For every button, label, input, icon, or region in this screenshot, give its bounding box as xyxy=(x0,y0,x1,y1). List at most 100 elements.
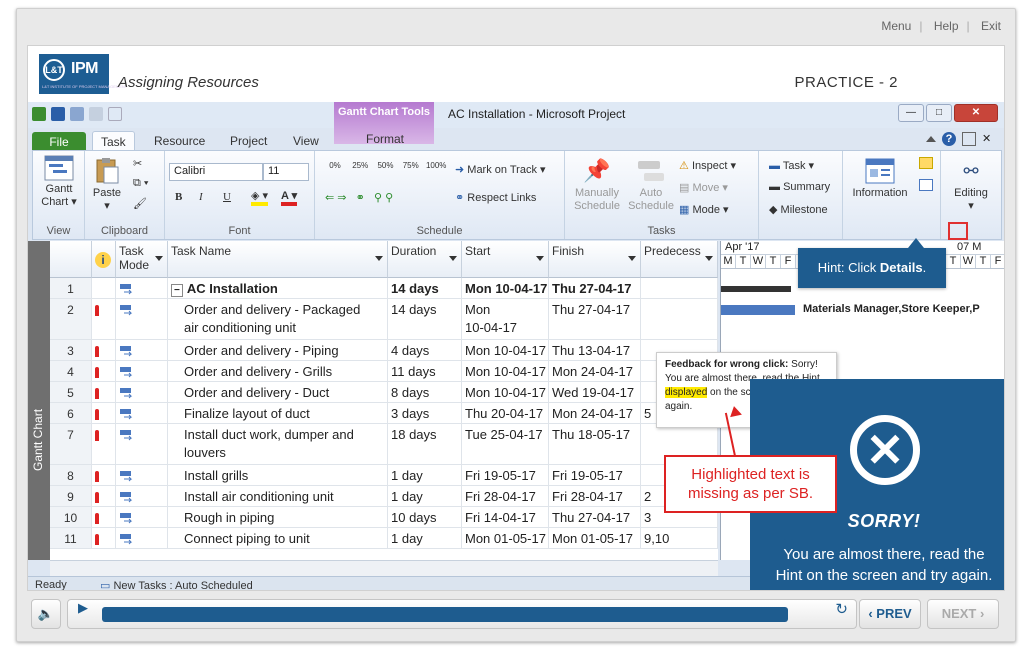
start-cell[interactable]: Mon 10-04-17 xyxy=(462,361,549,381)
task-name-cell[interactable]: − AC Installation xyxy=(168,278,388,298)
indicator-cell[interactable] xyxy=(92,403,116,423)
next-button[interactable]: NEXT › xyxy=(927,599,999,629)
table-row[interactable]: 5 Order and delivery - Duct 8 days Mon 10-0… xyxy=(50,382,718,403)
customize-qat-icon[interactable] xyxy=(108,107,122,121)
table-row[interactable]: 1 − AC Installation 14 days Mon 10-04-17 Thu … xyxy=(50,278,718,299)
milestone-button[interactable]: ◆ Milestone xyxy=(769,203,828,216)
tab-view[interactable]: View xyxy=(293,134,319,148)
insert-task-button[interactable]: ▬ Task ▾ xyxy=(769,159,814,172)
predecessors-cell[interactable] xyxy=(641,299,718,339)
inspect-button[interactable]: ⚠ Inspect ▾ xyxy=(679,159,736,172)
highlight-color-button[interactable]: ◈ ▾ xyxy=(251,189,269,206)
close-doc-icon[interactable]: ✕ xyxy=(982,132,996,146)
gantt-chart-button[interactable]: Gantt Chart ▾ xyxy=(37,155,81,209)
volume-button[interactable]: 🔈 xyxy=(31,599,61,629)
row-number[interactable]: 11 xyxy=(50,528,92,548)
finish-cell[interactable]: Fri 19-05-17 xyxy=(549,465,641,485)
task-mode-cell[interactable] xyxy=(116,278,168,298)
task-mode-header[interactable]: Task Mode xyxy=(116,241,168,278)
start-cell[interactable]: Fri 14-04-17 xyxy=(462,507,549,527)
tab-task[interactable]: Task xyxy=(92,131,135,152)
prev-button[interactable]: ‹ PREV xyxy=(859,599,921,629)
task-name-cell[interactable]: Finalize layout of duct xyxy=(168,403,388,423)
undo-icon[interactable] xyxy=(70,107,84,121)
row-number[interactable]: 5 xyxy=(50,382,92,402)
task-name-header[interactable]: Task Name xyxy=(168,241,388,278)
finish-cell[interactable]: Thu 27-04-17 xyxy=(549,507,641,527)
horizontal-scrollbar[interactable] xyxy=(50,560,718,576)
start-cell[interactable]: Mon 10-04-17 xyxy=(462,340,549,360)
duration-cell[interactable]: 1 day xyxy=(388,486,462,506)
italic-button[interactable]: I xyxy=(199,191,203,203)
task-name-cell[interactable]: Install duct work, dumper and louvers xyxy=(168,424,388,464)
minimize-button[interactable]: — xyxy=(898,104,924,122)
task-bar[interactable] xyxy=(721,305,795,315)
task-mode-cell[interactable] xyxy=(116,361,168,381)
collapse-ribbon-icon[interactable] xyxy=(926,136,936,142)
row-number[interactable]: 4 xyxy=(50,361,92,381)
row-number[interactable]: 7 xyxy=(50,424,92,464)
duration-cell[interactable]: 1 day xyxy=(388,528,462,548)
indicator-cell[interactable] xyxy=(92,299,116,339)
paste-button[interactable]: Paste ▾ xyxy=(91,157,123,213)
copy-icon[interactable]: ⧉ ▾ xyxy=(133,177,149,190)
indicator-cell[interactable] xyxy=(92,465,116,485)
pct-complete-buttons[interactable]: 0% 25% 50% 75% 100% xyxy=(325,161,446,170)
task-mode-cell[interactable] xyxy=(116,340,168,360)
new-tasks-mode[interactable]: ▭ New Tasks : Auto Scheduled xyxy=(100,579,253,590)
row-number[interactable]: 2 xyxy=(50,299,92,339)
help-icon[interactable]: ? xyxy=(942,132,956,146)
respect-links-button[interactable]: ⚭ Respect Links xyxy=(455,191,536,204)
task-mode-cell[interactable] xyxy=(116,382,168,402)
duration-cell[interactable]: 11 days xyxy=(388,361,462,381)
task-name-cell[interactable]: Install air conditioning unit xyxy=(168,486,388,506)
start-cell[interactable]: Mon 10-04-17 xyxy=(462,382,549,402)
notes-icon[interactable] xyxy=(919,157,933,169)
row-number[interactable]: 9 xyxy=(50,486,92,506)
font-size-select[interactable]: 11 xyxy=(263,163,309,181)
task-name-cell[interactable]: Connect piping to unit xyxy=(168,528,388,548)
mode-button[interactable]: ▦ Mode ▾ xyxy=(679,203,729,216)
close-button[interactable]: ✕ xyxy=(954,104,998,122)
finish-header[interactable]: Finish xyxy=(549,241,641,278)
row-number[interactable]: 6 xyxy=(50,403,92,423)
duration-cell[interactable]: 8 days xyxy=(388,382,462,402)
row-number[interactable]: 10 xyxy=(50,507,92,527)
font-name-select[interactable]: Calibri xyxy=(169,163,263,181)
finish-cell[interactable]: Fri 28-04-17 xyxy=(549,486,641,506)
predecessors-header[interactable]: Predecess xyxy=(641,241,718,278)
duration-cell[interactable]: 10 days xyxy=(388,507,462,527)
row-number[interactable]: 3 xyxy=(50,340,92,360)
format-painter-icon[interactable]: 🖌 xyxy=(133,197,147,210)
finish-cell[interactable]: Mon 24-04-17 xyxy=(549,361,641,381)
table-row[interactable]: 10 Rough in piping 10 days Fri 14-04-17 Thu … xyxy=(50,507,718,528)
duration-cell[interactable]: 18 days xyxy=(388,424,462,464)
row-number[interactable]: 1 xyxy=(50,278,92,298)
summary-bar[interactable] xyxy=(721,286,791,292)
task-name-cell[interactable]: Install grills xyxy=(168,465,388,485)
details-icon[interactable] xyxy=(919,179,933,191)
indicator-cell[interactable] xyxy=(92,528,116,548)
start-cell[interactable]: Fri 28-04-17 xyxy=(462,486,549,506)
row-number[interactable]: 8 xyxy=(50,465,92,485)
help-link[interactable]: Help xyxy=(934,19,959,33)
table-row[interactable]: 6 Finalize layout of duct 3 days Thu 20-04-… xyxy=(50,403,718,424)
task-mode-cell[interactable] xyxy=(116,424,168,464)
start-cell[interactable]: Tue 25-04-17 xyxy=(462,424,549,464)
start-cell[interactable]: Thu 20-04-17 xyxy=(462,403,549,423)
predecessors-cell[interactable]: 9,10 xyxy=(641,528,718,548)
exit-link[interactable]: Exit xyxy=(981,19,1001,33)
task-mode-cell[interactable] xyxy=(116,486,168,506)
indicator-cell[interactable] xyxy=(92,507,116,527)
indicator-cell[interactable] xyxy=(92,340,116,360)
task-name-cell[interactable]: Order and delivery - Packaged air conditi… xyxy=(168,299,388,339)
duration-header[interactable]: Duration xyxy=(388,241,462,278)
cut-icon[interactable]: ✂ xyxy=(133,157,142,170)
redo-icon[interactable] xyxy=(89,107,103,121)
duration-cell[interactable]: 1 day xyxy=(388,465,462,485)
start-cell[interactable]: Mon 01-05-17 xyxy=(462,528,549,548)
task-mode-cell[interactable] xyxy=(116,465,168,485)
start-cell[interactable]: Mon 10-04-17 xyxy=(462,278,549,298)
duration-cell[interactable]: 14 days xyxy=(388,299,462,339)
start-cell[interactable]: Mon 10-04-17 xyxy=(462,299,549,339)
